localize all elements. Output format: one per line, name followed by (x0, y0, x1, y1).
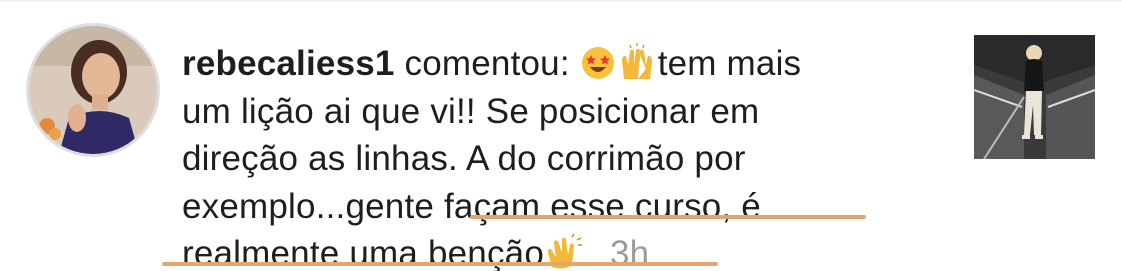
raising-hands-emoji-icon (618, 43, 656, 94)
avatar[interactable] (26, 23, 160, 157)
comment-text-line-1: tem mais (657, 44, 802, 83)
username-link[interactable]: rebecaliess1 (182, 44, 395, 83)
highlight-underline-1 (470, 215, 866, 219)
divider (0, 0, 1122, 2)
post-thumbnail[interactable] (974, 35, 1095, 159)
comment-verb: comentou: (404, 44, 570, 83)
comment-notification[interactable]: rebecaliess1 comentou: tem mais um lição (0, 0, 1122, 271)
comment-line-3: direção as linhas. A do corrimão por (182, 139, 746, 178)
avatar-photo (29, 26, 157, 154)
highlight-underline-2 (162, 262, 718, 266)
star-struck-emoji-icon (580, 45, 616, 94)
comment-line-4: exemplo...gente façam esse curso, é (182, 186, 761, 226)
post-thumbnail-image (974, 35, 1095, 159)
comment-line-2: um lição ai que vi!! Se posicionar em (182, 91, 760, 131)
comment-line-1: rebecaliess1 comentou: tem mais (182, 40, 942, 88)
comment-body: rebecaliess1 comentou: tem mais um lição (182, 40, 942, 271)
